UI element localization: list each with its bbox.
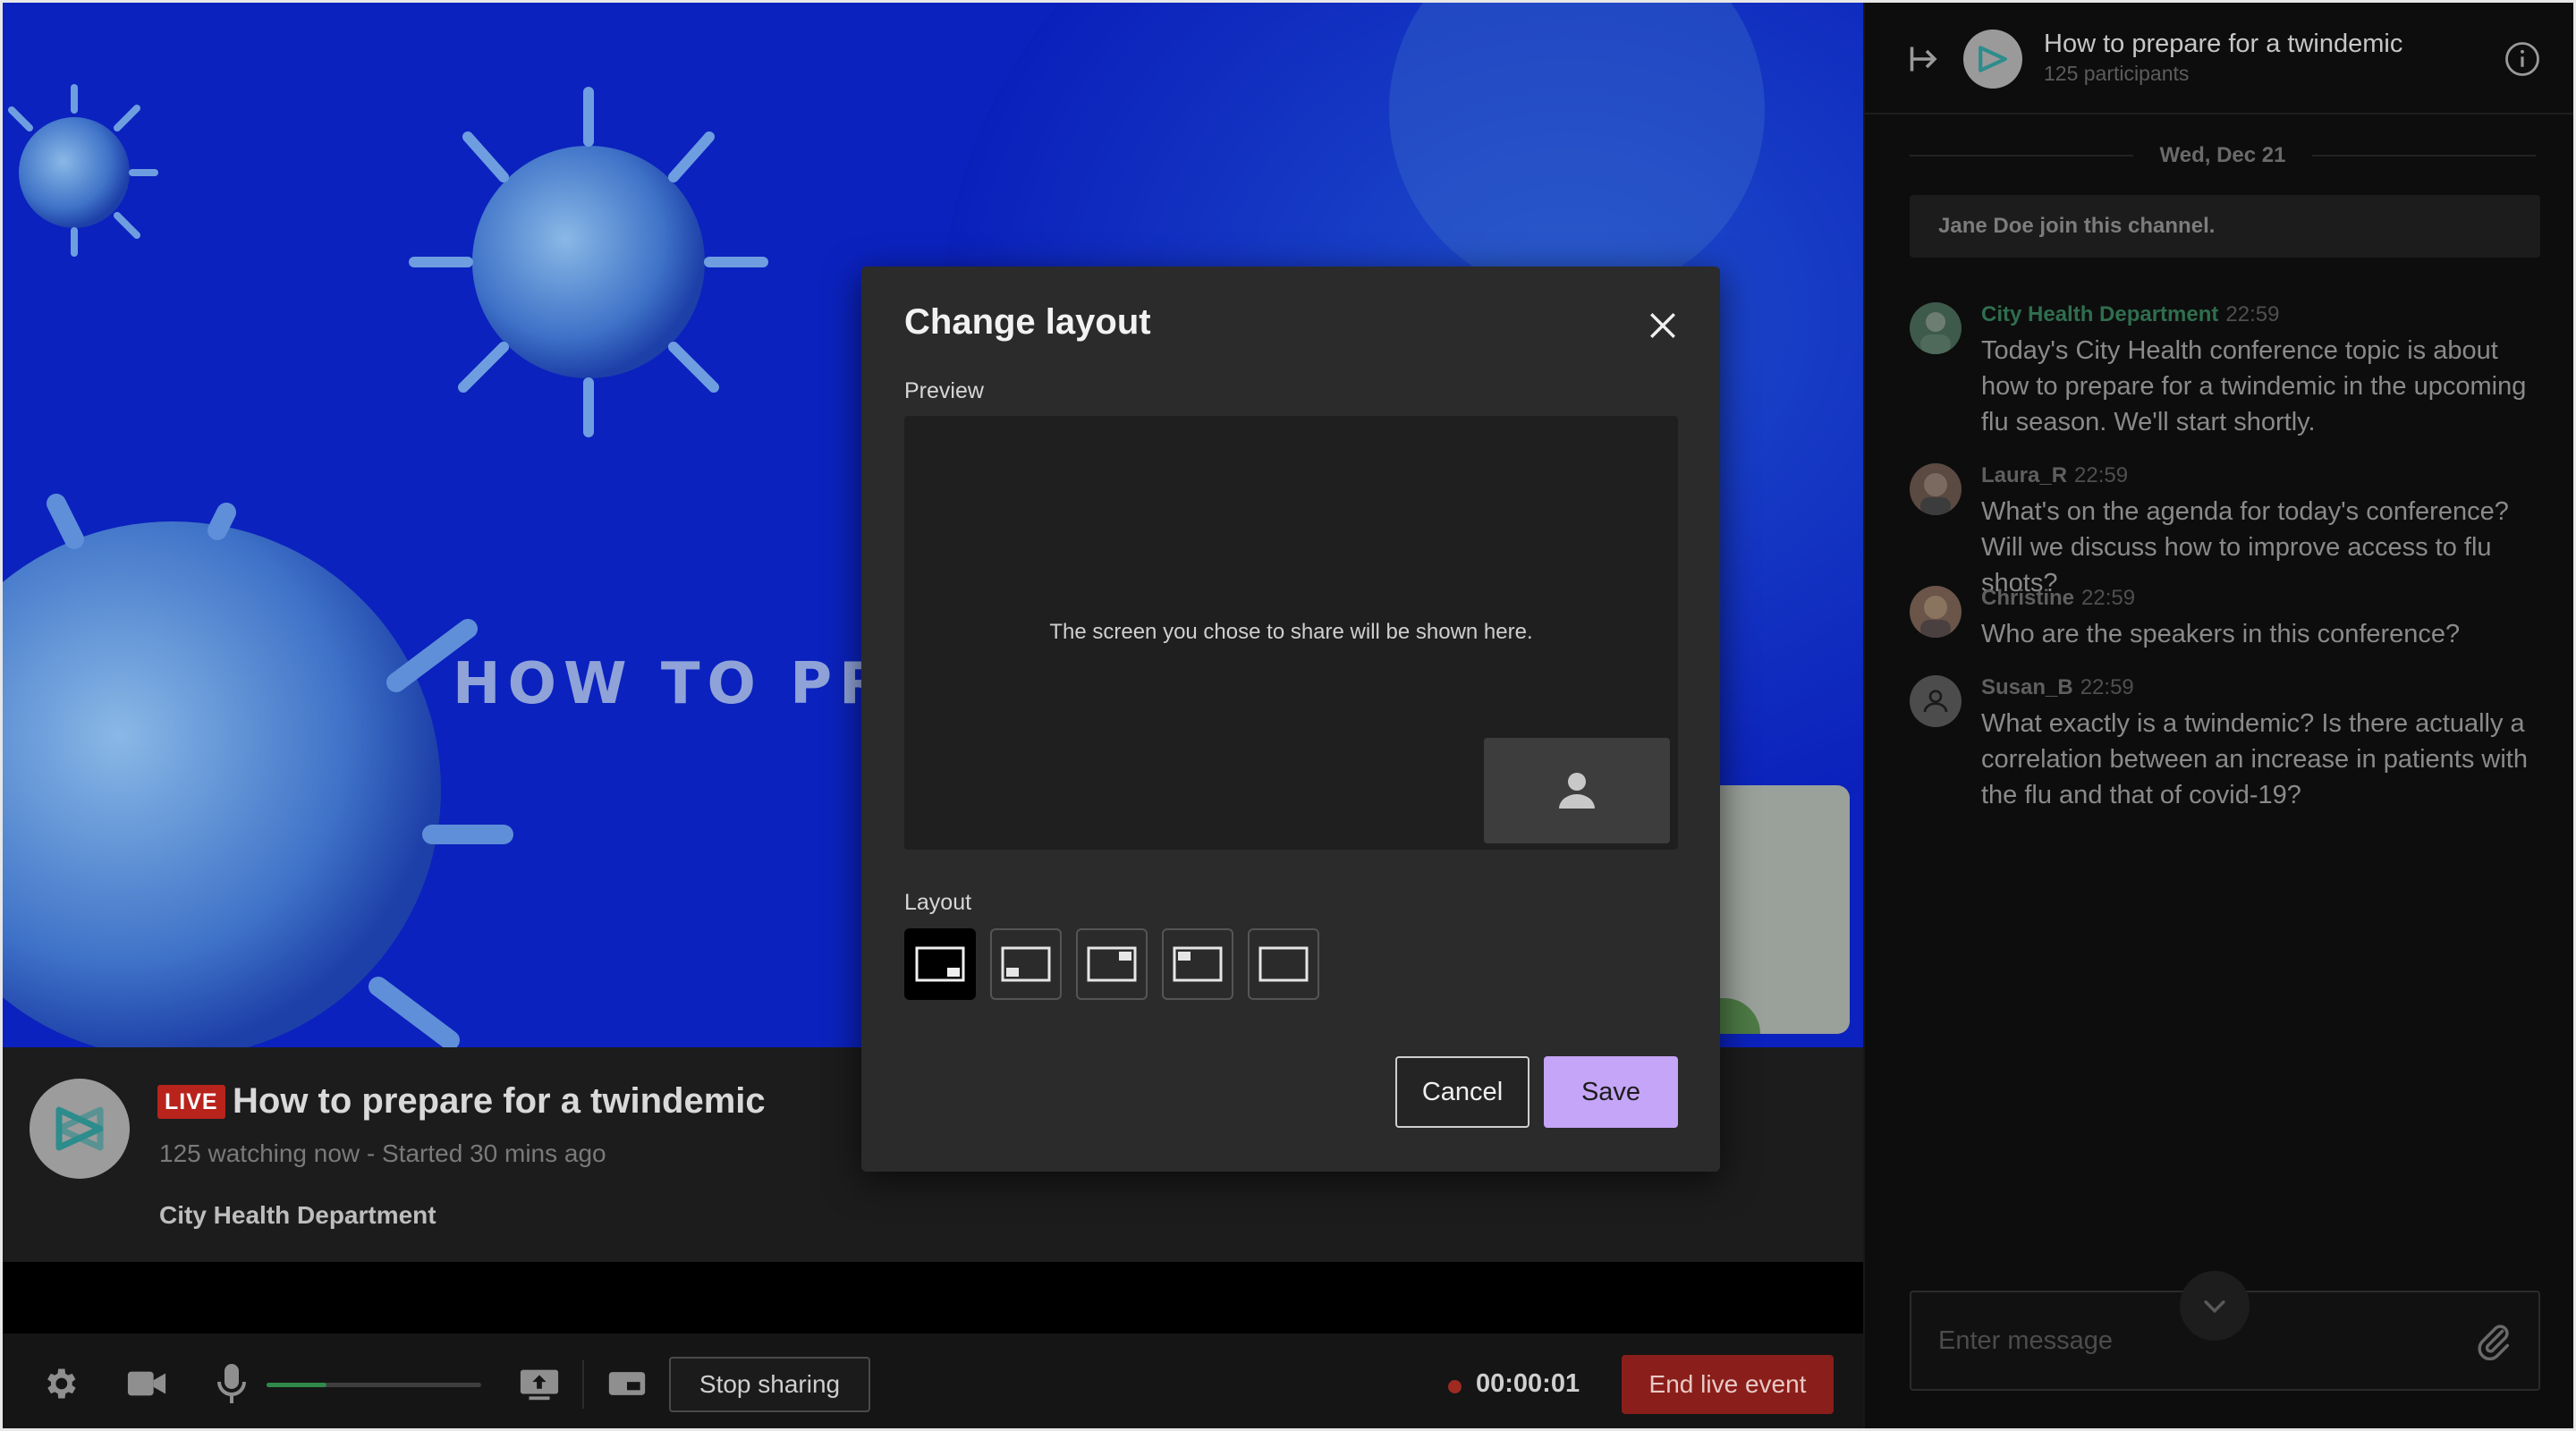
paperclip-icon bbox=[2478, 1325, 2510, 1361]
message-time: 22:59 bbox=[2081, 586, 2136, 610]
avatar bbox=[1910, 302, 1962, 354]
scroll-to-bottom-button[interactable] bbox=[2180, 1271, 2250, 1341]
share-screen-icon bbox=[520, 1369, 559, 1401]
message-author: Christine bbox=[1981, 586, 2075, 610]
chat-avatar bbox=[1963, 30, 2022, 89]
layout-screen-only-icon bbox=[1258, 946, 1309, 982]
message-author: Laura_R bbox=[1981, 463, 2068, 487]
chat-title: How to prepare for a twindemic bbox=[2044, 30, 2403, 58]
chat-header: How to prepare for a twindemic 125 parti… bbox=[1865, 3, 2573, 114]
layout-pip-bottom-left-icon bbox=[1001, 946, 1051, 982]
message-meta: Christine 22:59 bbox=[1981, 586, 2135, 611]
save-button[interactable]: Save bbox=[1544, 1056, 1678, 1128]
camera-icon bbox=[127, 1371, 166, 1396]
end-live-event-button[interactable]: End live event bbox=[1622, 1355, 1834, 1414]
message-author: Susan_B bbox=[1981, 675, 2073, 699]
chat-message: Christine 22:59 Who are the speakers in t… bbox=[1910, 586, 2545, 648]
recording-indicator bbox=[1448, 1380, 1462, 1393]
microphone-icon bbox=[217, 1364, 246, 1403]
event-logo-icon bbox=[1979, 46, 2007, 72]
collapse-panel-button[interactable] bbox=[1908, 43, 1944, 79]
preview-label: Preview bbox=[904, 378, 984, 403]
close-button[interactable] bbox=[1638, 301, 1688, 351]
live-badge: LIVE bbox=[157, 1085, 225, 1119]
message-text: What exactly is a twindemic? Is there ac… bbox=[1981, 709, 2528, 809]
message-text: What's on the agenda for today's confere… bbox=[1981, 497, 2509, 597]
camera-preview-tile[interactable] bbox=[1707, 785, 1850, 1034]
message-meta: City Health Department 22:59 bbox=[1981, 302, 2279, 327]
event-logo-icon bbox=[55, 1106, 104, 1151]
collapse-arrow-icon bbox=[1910, 47, 1937, 72]
message-input-placeholder: Enter message bbox=[1938, 1326, 2114, 1355]
avatar bbox=[1910, 675, 1962, 727]
share-screen-button[interactable] bbox=[516, 1359, 563, 1409]
chat-message: Laura_R 22:59 What's on the agenda for to… bbox=[1910, 463, 2545, 597]
avatar bbox=[1910, 586, 1962, 638]
layout-option-pip-top-left[interactable] bbox=[1162, 928, 1233, 1000]
message-author: City Health Department bbox=[1981, 302, 2219, 326]
layout-pip-top-left-icon bbox=[1173, 946, 1223, 982]
event-organizer: City Health Department bbox=[159, 1201, 436, 1229]
camera-button[interactable] bbox=[122, 1359, 172, 1409]
user-icon bbox=[1923, 690, 1948, 713]
virus-illustration bbox=[409, 87, 768, 437]
control-bar: Stop sharing 00:00:01 End live event bbox=[3, 1334, 1863, 1428]
date-divider: Wed, Dec 21 bbox=[1910, 141, 2536, 168]
layout-option-pip-bottom-right[interactable] bbox=[904, 928, 976, 1000]
message-time: 22:59 bbox=[2080, 675, 2134, 699]
layout-pip-bottom-right-icon bbox=[915, 946, 965, 982]
participant-count: 125 participants bbox=[2044, 62, 2190, 85]
message-time: 22:59 bbox=[2074, 463, 2129, 487]
person-icon bbox=[1559, 773, 1595, 809]
preview-placeholder-text: The screen you chose to share will be sh… bbox=[1049, 620, 1533, 644]
stop-sharing-button[interactable]: Stop sharing bbox=[669, 1357, 870, 1412]
change-layout-dialog: Change layout Preview The screen you cho… bbox=[861, 267, 1720, 1172]
volume-slider[interactable] bbox=[267, 1383, 481, 1387]
chevron-down-icon bbox=[2204, 1300, 2225, 1314]
avatar bbox=[1910, 463, 1962, 515]
layout-preview: The screen you chose to share will be sh… bbox=[904, 416, 1678, 850]
settings-button[interactable] bbox=[37, 1359, 83, 1409]
layout-label: Layout bbox=[904, 890, 972, 915]
layout-button[interactable] bbox=[604, 1359, 650, 1409]
info-icon bbox=[2505, 42, 2539, 76]
gear-icon bbox=[47, 1368, 76, 1399]
chat-message: Susan_B 22:59 What exactly is a twindemic… bbox=[1910, 675, 2545, 809]
cancel-button[interactable]: Cancel bbox=[1395, 1056, 1530, 1128]
dialog-title: Change layout bbox=[904, 302, 1151, 342]
chat-message: City Health Department 22:59 Today's City… bbox=[1910, 302, 2545, 436]
event-status: 125 watching now - Started 30 mins ago bbox=[159, 1139, 606, 1167]
info-button[interactable] bbox=[2504, 40, 2543, 80]
message-text: Who are the speakers in this conference? bbox=[1981, 620, 2461, 648]
date-label: Wed, Dec 21 bbox=[2159, 143, 2286, 167]
close-icon bbox=[1650, 313, 1675, 338]
message-meta: Susan_B 22:59 bbox=[1981, 675, 2134, 700]
system-message: Jane Doe join this channel. bbox=[1910, 195, 2540, 258]
event-avatar bbox=[30, 1079, 130, 1179]
event-timer: 00:00:01 bbox=[1476, 1369, 1580, 1398]
preview-camera-tile bbox=[1484, 738, 1670, 843]
layout-pip-top-right-icon bbox=[1087, 946, 1137, 982]
layout-option-pip-top-right[interactable] bbox=[1076, 928, 1148, 1000]
event-title: How to prepare for a twindemic bbox=[233, 1081, 766, 1121]
app-window: HOW TO PRE LIVE How to prepare for a twi… bbox=[0, 0, 2576, 1431]
attach-button[interactable] bbox=[2473, 1319, 2518, 1364]
volume-level bbox=[267, 1383, 327, 1387]
microphone-button[interactable] bbox=[210, 1359, 253, 1409]
layout-option-screen-only[interactable] bbox=[1248, 928, 1319, 1000]
picture-in-picture-icon bbox=[608, 1372, 646, 1395]
chat-panel: How to prepare for a twindemic 125 parti… bbox=[1863, 3, 2573, 1428]
message-meta: Laura_R 22:59 bbox=[1981, 463, 2128, 488]
layout-option-pip-bottom-left[interactable] bbox=[990, 928, 1062, 1000]
message-time: 22:59 bbox=[2225, 302, 2280, 326]
divider bbox=[582, 1360, 584, 1409]
message-text: Today's City Health conference topic is … bbox=[1981, 336, 2527, 436]
spacer bbox=[3, 1262, 1863, 1334]
